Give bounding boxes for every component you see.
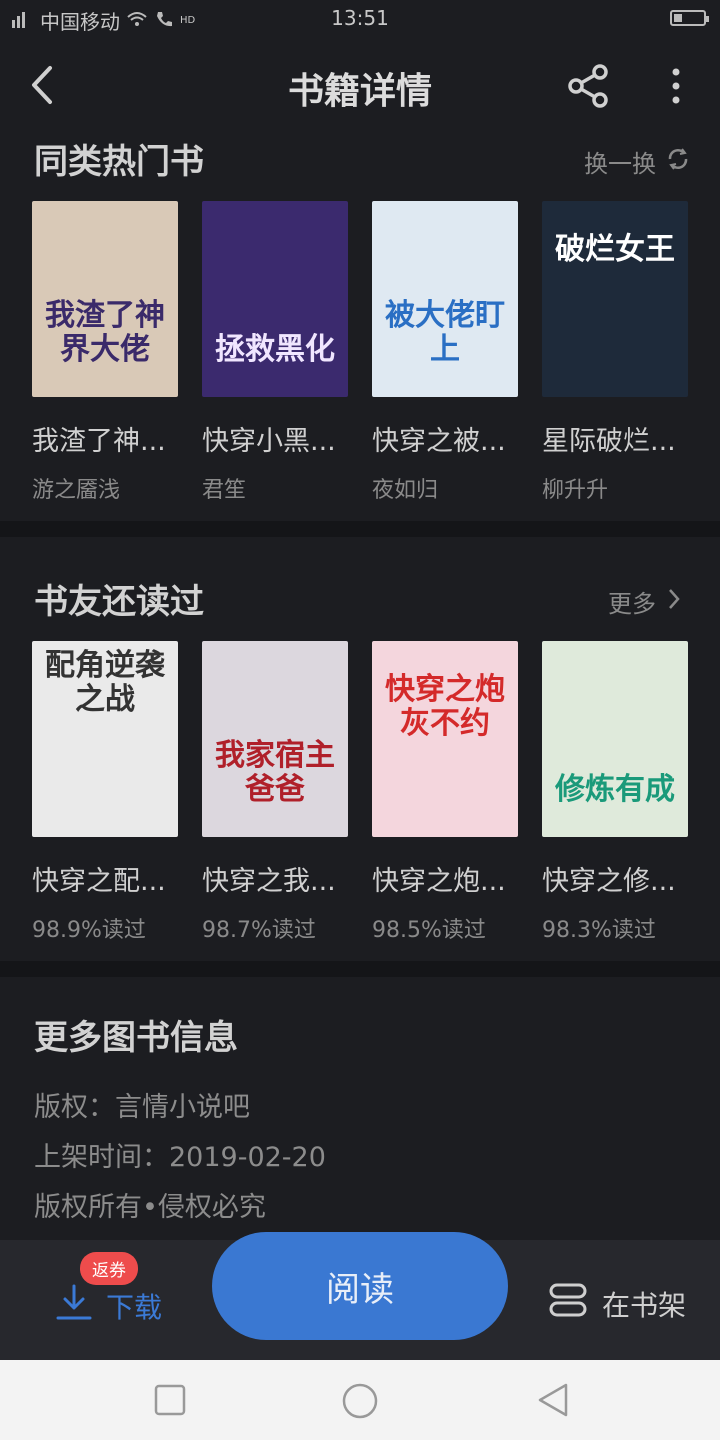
cover-title: 配角逆袭之战 — [45, 648, 165, 717]
more-label: 更多 — [608, 590, 656, 618]
book-author: 柳升升 — [542, 478, 609, 503]
book-cover[interactable]: 我家宿主爸爸 — [202, 641, 348, 837]
book-cover[interactable]: 修炼有成 — [542, 641, 688, 837]
share-icon[interactable] — [562, 60, 614, 112]
book-cover[interactable]: 破烂女王 — [542, 201, 688, 397]
shuffle-button[interactable]: 换一换 — [584, 144, 692, 179]
copyright-line: 版权：言情小说吧 — [34, 1092, 250, 1123]
book-author: 君笙 — [202, 478, 247, 503]
book-title: 星际破烂... — [542, 426, 676, 457]
cover-title: 快穿之炮灰不约 — [385, 672, 505, 741]
cover-title: 破烂女王 — [555, 232, 675, 267]
more-button[interactable]: 更多 — [608, 584, 684, 619]
section-divider — [0, 521, 720, 537]
more-vertical-icon[interactable] — [660, 60, 692, 112]
book-title: 快穿小黑... — [202, 426, 336, 457]
book-cover[interactable]: 配角逆袭之战 — [32, 641, 178, 837]
book-title: 我渣了神... — [32, 426, 166, 457]
book-title: 快穿之炮... — [372, 866, 506, 897]
similar-book-2[interactable]: 拯救黑化 快穿小黑... 君笙 — [202, 201, 352, 504]
book-cover[interactable]: 快穿之炮灰不约 — [372, 641, 518, 837]
similar-book-4[interactable]: 破烂女王 星际破烂... 柳升升 — [542, 201, 692, 504]
also-read-book-4[interactable]: 修炼有成 快穿之修... 98.3%读过 — [542, 641, 692, 944]
read-percent: 98.5%读过 — [372, 918, 486, 943]
recents-square-icon[interactable] — [154, 1384, 186, 1420]
book-title: 快穿之我... — [202, 866, 336, 897]
read-percent: 98.3%读过 — [542, 918, 656, 943]
cover-title: 拯救黑化 — [215, 332, 335, 367]
cover-title: 我家宿主爸爸 — [215, 738, 335, 807]
on-shelf-label: 在书架 — [602, 1288, 687, 1322]
similar-book-1[interactable]: 我渣了神界大佬 我渣了神... 游之靥浅 — [32, 201, 182, 504]
book-author: 游之靥浅 — [32, 478, 121, 503]
bookshelf-icon — [548, 1282, 588, 1325]
cover-title: 我渣了神界大佬 — [45, 298, 165, 367]
coupon-badge: 返券 — [80, 1252, 138, 1285]
refresh-icon — [664, 145, 692, 179]
cover-title: 修炼有成 — [555, 772, 675, 807]
home-circle-icon[interactable] — [341, 1382, 379, 1424]
also-read-book-2[interactable]: 我家宿主爸爸 快穿之我... 98.7%读过 — [202, 641, 352, 944]
section-divider — [0, 961, 720, 977]
on-shelf-button[interactable]: 在书架 — [548, 1282, 686, 1325]
battery-icon — [670, 10, 709, 26]
bottom-action-bar: 下载 返券 阅读 在书架 — [0, 1232, 720, 1360]
read-percent: 98.7%读过 — [202, 918, 316, 943]
book-cover[interactable]: 被大佬盯上 — [372, 201, 518, 397]
release-date-line: 上架时间：2019-02-20 — [34, 1142, 326, 1173]
book-cover[interactable]: 我渣了神界大佬 — [32, 201, 178, 397]
status-bar: 中国移动 HD 13:51 — [0, 0, 720, 38]
also-read-book-3[interactable]: 快穿之炮灰不约 快穿之炮... 98.5%读过 — [372, 641, 522, 944]
book-title: 快穿之被... — [372, 426, 506, 457]
chevron-right-icon — [664, 585, 684, 619]
status-time: 13:51 — [331, 6, 389, 30]
shuffle-label: 换一换 — [584, 150, 656, 178]
top-app-bar: 书籍详情 — [0, 38, 720, 134]
book-cover[interactable]: 拯救黑化 — [202, 201, 348, 397]
download-label: 下载 — [106, 1290, 163, 1324]
also-read-section-title: 书友还读过 — [34, 582, 204, 622]
book-title: 快穿之修... — [542, 866, 676, 897]
book-author: 夜如归 — [372, 478, 439, 503]
similar-book-3[interactable]: 被大佬盯上 快穿之被... 夜如归 — [372, 201, 522, 504]
download-button[interactable]: 下载 — [54, 1282, 162, 1329]
cover-title: 被大佬盯上 — [385, 298, 505, 367]
download-icon — [54, 1282, 94, 1329]
rights-line: 版权所有•侵权必究 — [34, 1192, 266, 1223]
also-read-book-1[interactable]: 配角逆袭之战 快穿之配... 98.9%读过 — [32, 641, 182, 944]
book-title: 快穿之配... — [32, 866, 166, 897]
back-triangle-icon[interactable] — [536, 1382, 570, 1422]
similar-section-title: 同类热门书 — [34, 142, 204, 182]
read-button[interactable]: 阅读 — [212, 1232, 508, 1340]
more-info-title: 更多图书信息 — [34, 1018, 238, 1058]
read-percent: 98.9%读过 — [32, 918, 146, 943]
system-nav-bar — [0, 1360, 720, 1440]
